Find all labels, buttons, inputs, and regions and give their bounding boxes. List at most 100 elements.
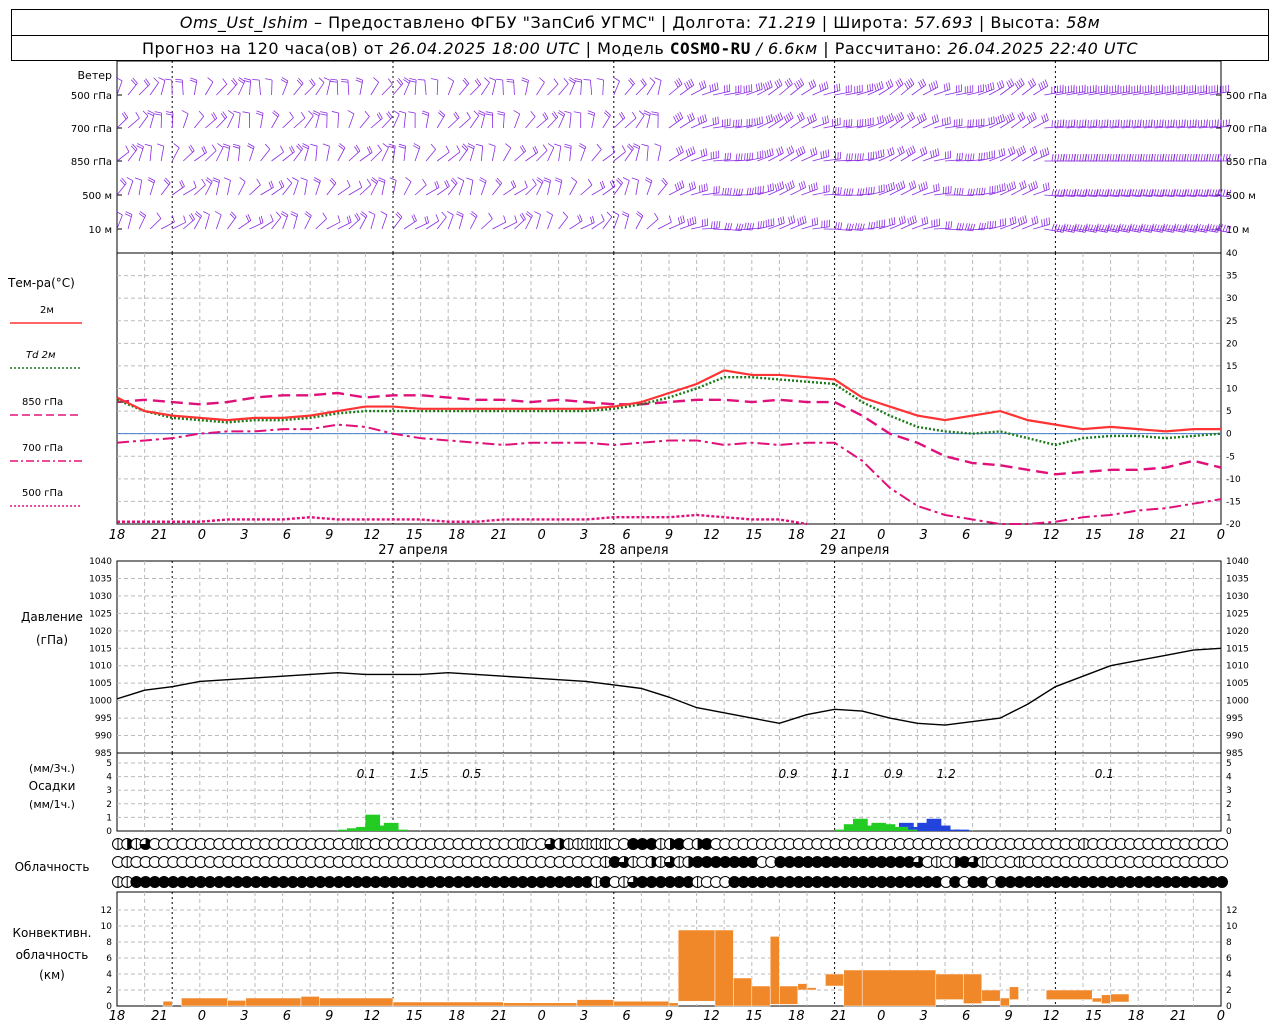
wind-barb-flag <box>738 188 741 196</box>
hour-label: 12 <box>363 1009 380 1024</box>
temp-legend-label: 500 гПа <box>22 488 63 499</box>
wind-barb-flag <box>994 220 997 228</box>
wind-barb-flag <box>1134 154 1137 162</box>
precip-total: 0.9 <box>884 767 903 781</box>
wind-barb-flag <box>1175 154 1178 162</box>
wind-barb <box>238 181 246 196</box>
hour-label: 0 <box>198 528 206 543</box>
wind-barb <box>469 180 474 196</box>
wind-barb-flag <box>1101 119 1103 127</box>
wind-barb <box>635 180 639 196</box>
wind-barb-flag <box>1192 119 1194 127</box>
wind-barb-flag <box>900 111 905 119</box>
wind-barb-flag <box>1137 225 1141 232</box>
wind-barb-flag <box>373 77 379 83</box>
wind-barb-flag <box>265 78 273 81</box>
wind-barb-flag <box>564 146 572 149</box>
wind-barb-flag <box>1059 225 1064 232</box>
wind-barb-flag <box>914 215 917 223</box>
convective-bar <box>806 987 817 991</box>
wind-barb-flag <box>1057 224 1061 232</box>
precip-bar-blue <box>899 822 914 827</box>
precip-bar-blue <box>954 829 969 831</box>
hour-label: 6 <box>622 1009 630 1024</box>
hour-label: 18 <box>448 1009 465 1024</box>
wind-barb-flag <box>1197 120 1200 128</box>
wind-barb-flag <box>198 110 205 117</box>
wind-barb-flag <box>1082 119 1084 127</box>
wind-barb-flag <box>998 149 1001 157</box>
hour-label: 0 <box>1217 1009 1225 1024</box>
wind-barb-flag <box>950 221 953 229</box>
wind-barb-flag <box>1000 115 1003 122</box>
wind-barb-flag <box>1203 225 1207 232</box>
wind-barb-flag <box>592 215 595 223</box>
wind-barb-flag <box>769 80 773 87</box>
wind-barb-flag <box>322 212 327 219</box>
wind-barb-flag <box>1023 180 1027 188</box>
wind-barb-flag <box>967 188 970 196</box>
wind-barb-flag <box>870 186 873 195</box>
wind-barb-flag <box>202 211 210 215</box>
wind-barb-flag <box>632 111 637 119</box>
wind-barb-flag <box>189 79 197 83</box>
wind-barb-flag <box>497 113 505 116</box>
hour-label: 0 <box>877 1009 885 1024</box>
wind-barb-flag <box>1038 83 1042 91</box>
cloud-symbol <box>1216 838 1228 850</box>
wind-barb-flag <box>814 217 816 226</box>
wind-barb-flag <box>1068 154 1071 162</box>
wind-barb-flag <box>341 81 349 83</box>
wind-barb <box>580 184 593 196</box>
wind-barb-flag <box>724 153 727 161</box>
precip-total: 0.1 <box>357 767 376 781</box>
hour-label: 0 <box>198 1009 206 1024</box>
wind-barb-flag <box>675 114 680 122</box>
wind-barb <box>370 214 376 230</box>
wind-barb <box>999 84 1015 96</box>
wind-barb-flag <box>1101 154 1104 162</box>
wind-barb-flag <box>854 222 858 230</box>
wind-barb-flag <box>679 111 684 119</box>
wind-barb-flag <box>126 177 134 182</box>
wind-barb-flag <box>884 116 888 124</box>
wind-barb-flag <box>690 147 694 155</box>
wind-barb-flag <box>835 222 838 230</box>
precip-tick-left: 0 <box>106 827 112 837</box>
wind-barb-flag <box>919 115 923 122</box>
wind-barb-flag <box>466 177 474 181</box>
wind-barb <box>304 115 314 129</box>
wind-barb <box>436 151 450 162</box>
wind-barb-flag <box>901 145 905 153</box>
wind-barb-flag <box>434 181 438 189</box>
wind-barb <box>138 180 143 196</box>
wind-barb-flag <box>774 81 779 89</box>
wind-barb <box>238 81 246 96</box>
pressure-tick-right: 990 <box>1226 732 1243 742</box>
wind-barb <box>602 151 616 162</box>
wind-barb <box>359 116 370 129</box>
wind-barb <box>138 115 149 129</box>
wind-barb-flag <box>356 77 363 81</box>
pressure-tick-right: 1020 <box>1226 627 1249 637</box>
wind-barb-flag <box>1153 120 1156 128</box>
wind-barb-flag <box>798 182 802 190</box>
wind-barb-flag <box>799 217 802 225</box>
wind-barb-flag <box>686 81 691 89</box>
wind-barb-flag <box>323 77 331 81</box>
wind-barb-flag <box>320 113 328 116</box>
wind-barb-flag <box>1030 113 1035 121</box>
wind-barb-flag <box>990 83 993 91</box>
wind-barb-flag <box>889 79 894 86</box>
wind-barb-flag <box>810 149 813 157</box>
wind-barb <box>348 113 355 129</box>
wind-barb-flag <box>222 78 228 85</box>
wind-barb-flag <box>1013 181 1017 189</box>
wind-barb-flag <box>895 183 899 191</box>
wind-barb-flag <box>1123 224 1127 232</box>
wind-barb-flag <box>909 113 913 120</box>
wind-barb <box>503 221 517 230</box>
wind-barb-flag <box>1029 148 1033 156</box>
wind-barb <box>624 180 630 196</box>
wind-barb-flag <box>1012 146 1016 154</box>
